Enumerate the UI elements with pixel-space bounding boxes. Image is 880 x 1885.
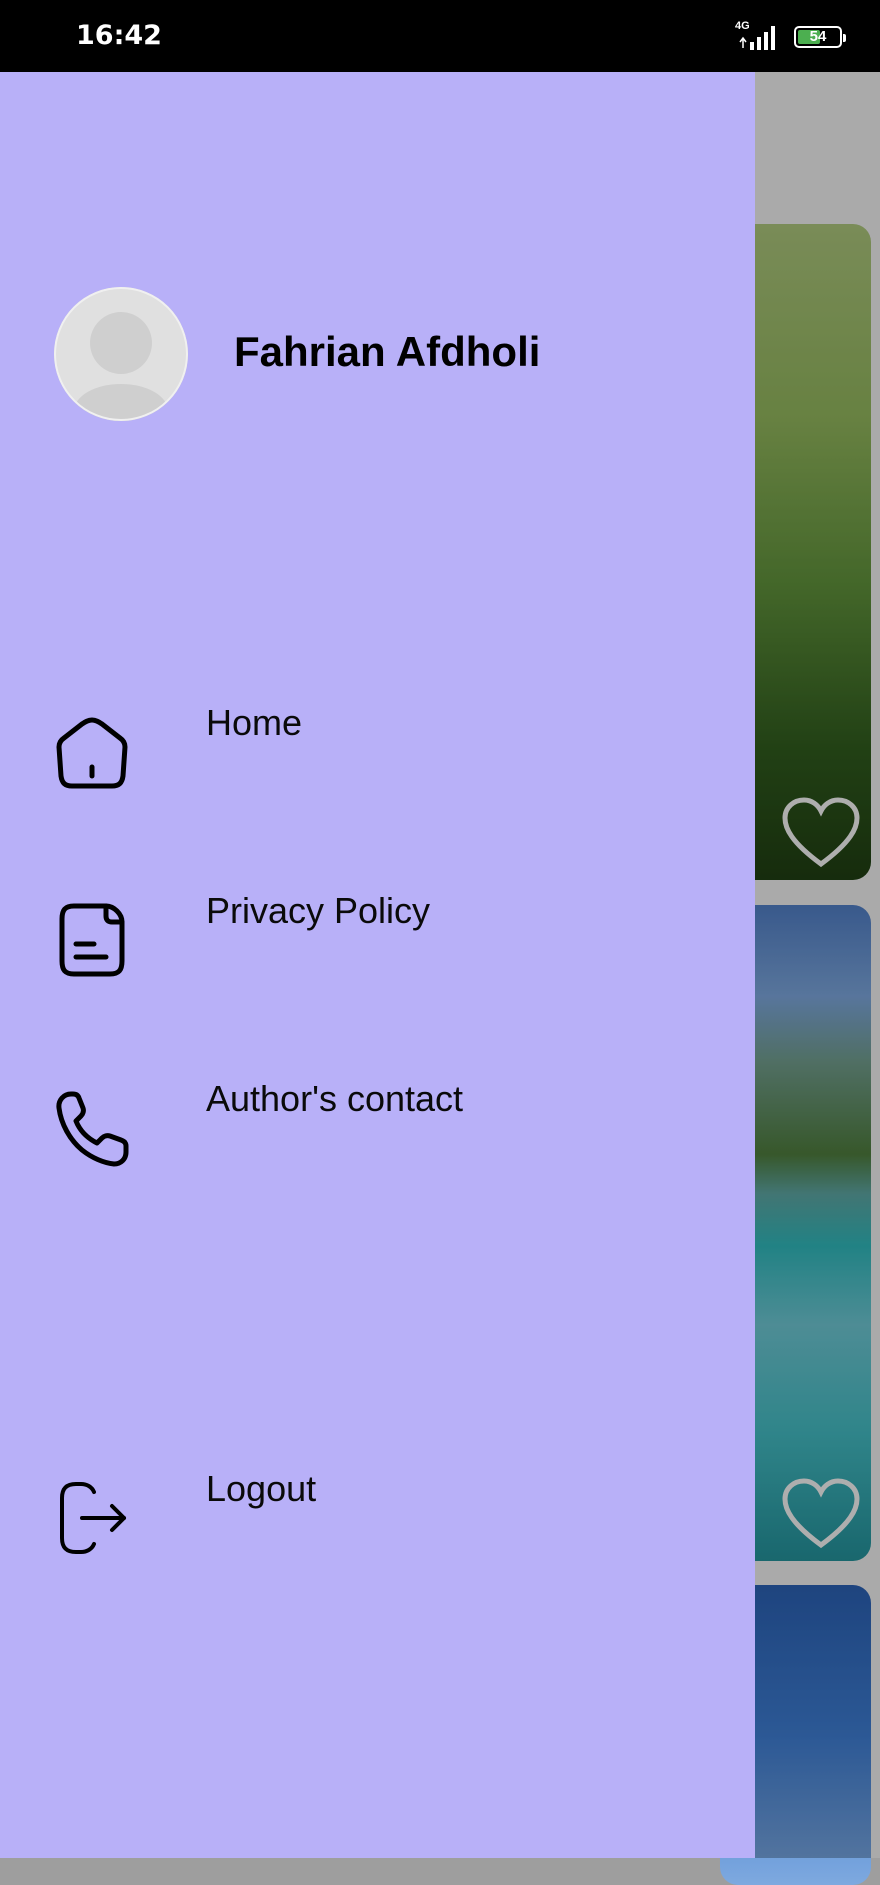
document-icon: [59, 903, 125, 977]
user-name: Fahrian Afdholi: [234, 328, 541, 375]
signal-icon: 4G: [735, 20, 782, 52]
status-time: 16:42: [76, 20, 162, 51]
logout-icon: [60, 1482, 126, 1554]
menu-label-home: Home: [206, 702, 303, 743]
phone-icon: [56, 1091, 129, 1167]
menu-label-authors-contact: Author's contact: [206, 1078, 464, 1119]
battery-icon: 54: [794, 26, 846, 48]
menu-item-privacy-policy[interactable]: Privacy Policy: [0, 890, 755, 1010]
home-icon: [56, 717, 128, 789]
status-bar: 16:42 4G 54: [0, 0, 880, 72]
logout-button[interactable]: Logout: [0, 1468, 755, 1588]
logout-label: Logout: [206, 1468, 317, 1509]
battery-level: 54: [809, 28, 827, 45]
avatar: [54, 287, 188, 421]
menu-item-authors-contact[interactable]: Author's contact: [0, 1078, 755, 1198]
menu-item-home[interactable]: Home: [0, 702, 755, 822]
user-avatar-icon: [54, 287, 188, 421]
navigation-drawer: Fahrian Afdholi Home Privacy Policy Auth…: [0, 72, 755, 1858]
status-indicators: 4G 54: [735, 20, 846, 52]
menu-label-privacy-policy: Privacy Policy: [206, 890, 431, 931]
